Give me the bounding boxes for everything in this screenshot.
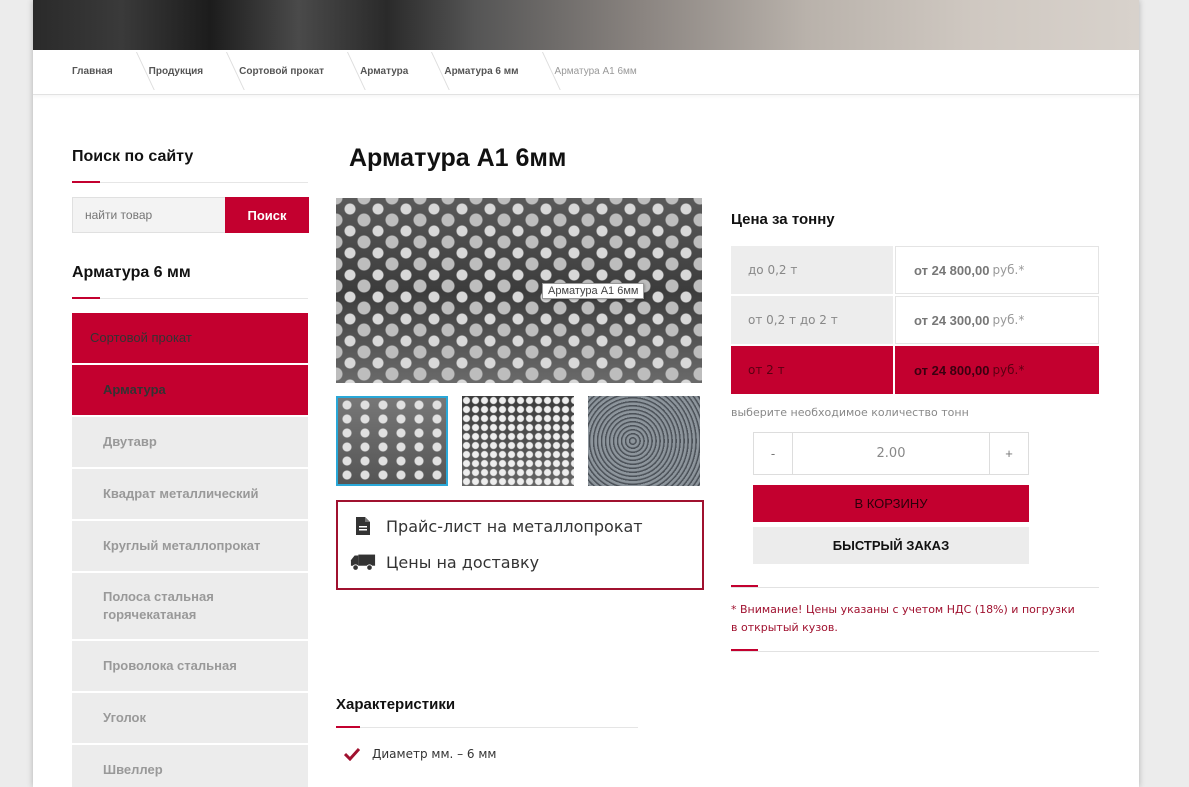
divider xyxy=(731,651,1099,652)
product-title: Арматура А1 6мм xyxy=(349,144,567,172)
price-row[interactable]: от 0,2 т до 2 т от 24 300,00 руб.* xyxy=(731,296,1099,344)
characteristics-title: Характеристики xyxy=(336,696,456,713)
breadcrumb-item-home[interactable]: Главная xyxy=(33,50,137,94)
menu-item-rolled-steel[interactable]: Сортовой прокат xyxy=(72,313,308,363)
breadcrumb-item-section-rolled[interactable]: Сортовой прокат xyxy=(239,50,348,94)
divider-accent xyxy=(72,181,100,183)
price-row-selected[interactable]: от 2 т от 24 800,00 руб.* xyxy=(731,346,1099,394)
price-range: от 2 т xyxy=(731,346,893,394)
price-value: от 24 800,00 xyxy=(914,262,990,278)
menu-item-channel[interactable]: Швеллер xyxy=(72,745,308,787)
thumbnail-2[interactable] xyxy=(462,396,574,486)
quantity-increase-button[interactable]: + xyxy=(990,433,1028,474)
product-main-image[interactable] xyxy=(336,198,702,383)
info-links-box: Прайс-лист на металлопрокат Цены на дост… xyxy=(336,500,704,590)
price-unit: руб.* xyxy=(992,313,1025,327)
category-title: Арматура 6 мм xyxy=(72,264,191,281)
image-tooltip: Арматура А1 6мм xyxy=(542,283,645,299)
price-range: от 0,2 т до 2 т xyxy=(731,296,893,344)
breadcrumb-item-rebar-6mm[interactable]: Арматура 6 мм xyxy=(444,50,542,94)
divider xyxy=(731,587,1099,588)
divider xyxy=(72,182,308,183)
price-value: от 24 800,00 xyxy=(914,362,990,378)
price-unit: руб.* xyxy=(992,263,1025,277)
price-row[interactable]: до 0,2 т от 24 800,00 руб.* xyxy=(731,246,1099,294)
menu-item-rebar[interactable]: Арматура xyxy=(72,365,308,415)
thumbnail-3[interactable] xyxy=(588,396,700,486)
divider xyxy=(336,727,638,728)
menu-item-angle[interactable]: Уголок xyxy=(72,693,308,743)
price-value-cell: от 24 300,00 руб.* xyxy=(895,296,1099,344)
breadcrumb-item-products[interactable]: Продукция xyxy=(149,50,227,94)
price-value-cell: от 24 800,00 руб.* xyxy=(895,346,1099,394)
characteristic-text: Диаметр мм. – 6 мм xyxy=(372,747,497,761)
menu-item-i-beam[interactable]: Двутавр xyxy=(72,417,308,467)
delivery-link[interactable]: Цены на доставку xyxy=(350,550,539,574)
divider-accent xyxy=(72,297,100,299)
delivery-label: Цены на доставку xyxy=(386,552,540,572)
price-value: от 24 300,00 xyxy=(914,312,990,328)
price-list-label: Прайс-лист на металлопрокат xyxy=(386,516,643,536)
add-to-cart-button[interactable]: В КОРЗИНУ xyxy=(753,485,1029,522)
thumbnail-1[interactable] xyxy=(336,396,448,486)
page: Главная Продукция Сортовой прокат Армату… xyxy=(33,0,1139,787)
breadcrumb: Главная Продукция Сортовой прокат Армату… xyxy=(33,50,1139,95)
menu-item-hot-rolled-strip[interactable]: Полоса стальная горячекатаная xyxy=(72,573,308,639)
divider xyxy=(72,298,308,299)
breadcrumb-item-rebar[interactable]: Арматура xyxy=(360,50,432,94)
quantity-decrease-button[interactable]: - xyxy=(754,433,792,474)
menu-item-round-bar[interactable]: Круглый металлопрокат xyxy=(72,521,308,571)
quantity-hint: выберите необходимое количество тонн xyxy=(731,406,969,419)
search-input[interactable] xyxy=(72,197,225,233)
truck-icon xyxy=(350,550,376,574)
search-section-title: Поиск по сайту xyxy=(72,148,194,165)
divider-accent xyxy=(731,585,758,587)
header-banner-image xyxy=(33,0,1139,50)
quantity-input[interactable] xyxy=(792,433,990,474)
price-note: * Внимание! Цены указаны с учетом НДС (1… xyxy=(731,603,1075,634)
divider-accent xyxy=(336,726,360,728)
category-menu: Сортовой прокат Арматура Двутавр Квадрат… xyxy=(72,313,308,787)
quantity-stepper: - + xyxy=(753,432,1029,475)
menu-item-steel-wire[interactable]: Проволока стальная xyxy=(72,641,308,691)
document-icon xyxy=(350,514,376,538)
quick-order-button[interactable]: БЫСТРЫЙ ЗАКАЗ xyxy=(753,527,1029,564)
search-button[interactable]: Поиск xyxy=(225,197,309,233)
divider-accent xyxy=(731,649,758,651)
price-title: Цена за тонну xyxy=(731,211,835,228)
breadcrumb-item-current: Арматура А1 6мм xyxy=(554,66,637,77)
menu-item-square-bar[interactable]: Квадрат металлический xyxy=(72,469,308,519)
price-unit: руб.* xyxy=(992,363,1025,377)
characteristic-item: Диаметр мм. – 6 мм xyxy=(344,747,497,761)
check-icon xyxy=(344,747,360,761)
price-value-cell: от 24 800,00 руб.* xyxy=(895,246,1099,294)
price-range: до 0,2 т xyxy=(731,246,893,294)
price-list-link[interactable]: Прайс-лист на металлопрокат xyxy=(350,514,643,538)
